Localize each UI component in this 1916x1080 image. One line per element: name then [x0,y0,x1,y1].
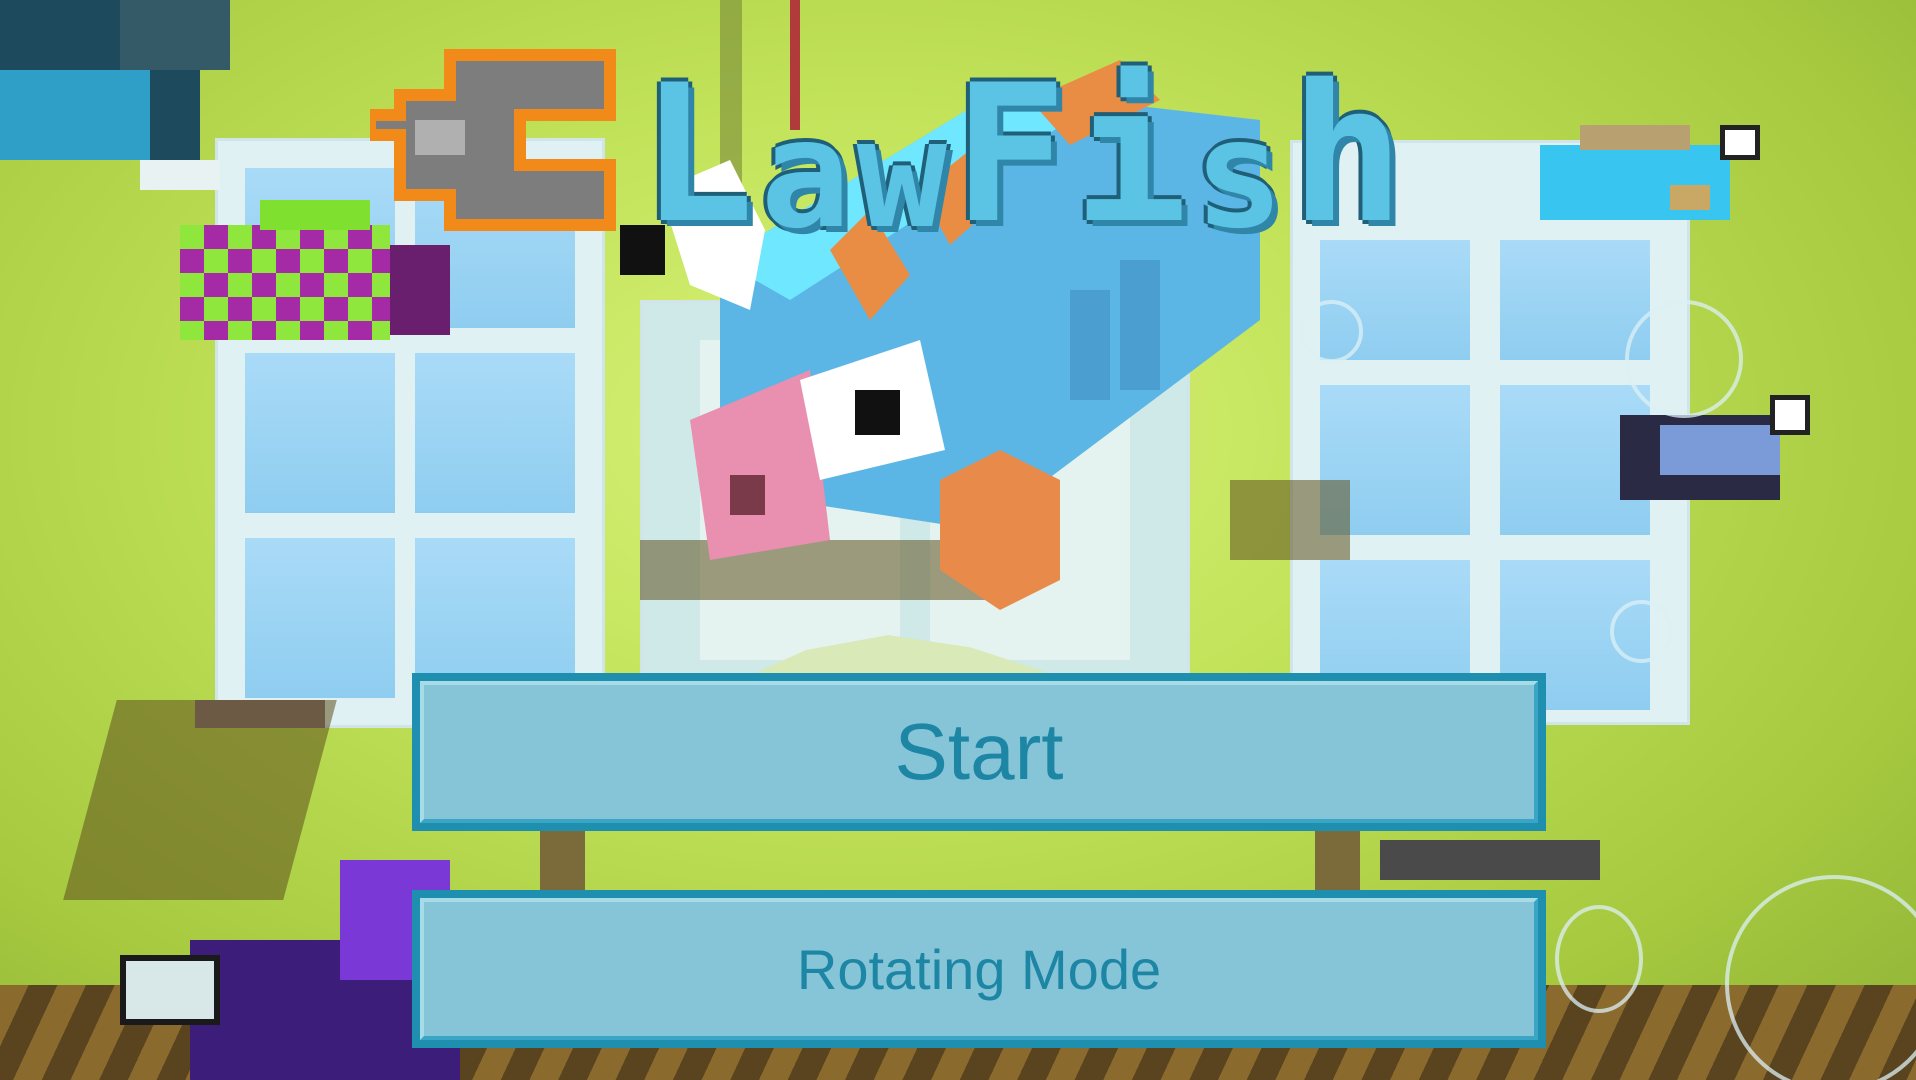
purple-fish [120,860,460,1080]
title-letter: L [640,44,755,265]
title-side-fish [1540,125,1760,255]
game-title: L a w F i s h [640,20,1405,265]
dark-blue-fish [0,0,250,190]
bubble [1625,300,1743,418]
bubble [1555,905,1643,1013]
window-pane [415,353,575,513]
rotating-mode-button[interactable]: Rotating Mode [412,890,1546,1048]
start-button-face[interactable]: Start [420,681,1538,823]
start-button-label: Start [894,707,1064,796]
title-letter: h [1290,44,1405,265]
claw-icon [364,35,630,235]
title-letter: F [953,44,1068,265]
gray-block [1380,840,1600,880]
title-letter: a [760,88,851,262]
rotating-mode-button-face[interactable]: Rotating Mode [420,898,1538,1040]
title-letter: w [856,88,948,262]
bubble [1610,600,1673,663]
bubble [1300,300,1363,363]
bubble [1725,875,1916,1080]
small-pixel-fish [1620,395,1810,515]
rack-shelf [195,700,325,728]
title-letter: i [1073,44,1188,265]
rotating-mode-button-label: Rotating Mode [796,937,1162,1001]
start-button[interactable]: Start [412,673,1546,831]
window-pane [245,353,395,513]
claw-graphic [364,49,616,231]
game-scene: L a w F i s h Start Rotating Mode [0,0,1916,1080]
title-letter: s [1193,88,1285,262]
window-pane [245,538,395,698]
